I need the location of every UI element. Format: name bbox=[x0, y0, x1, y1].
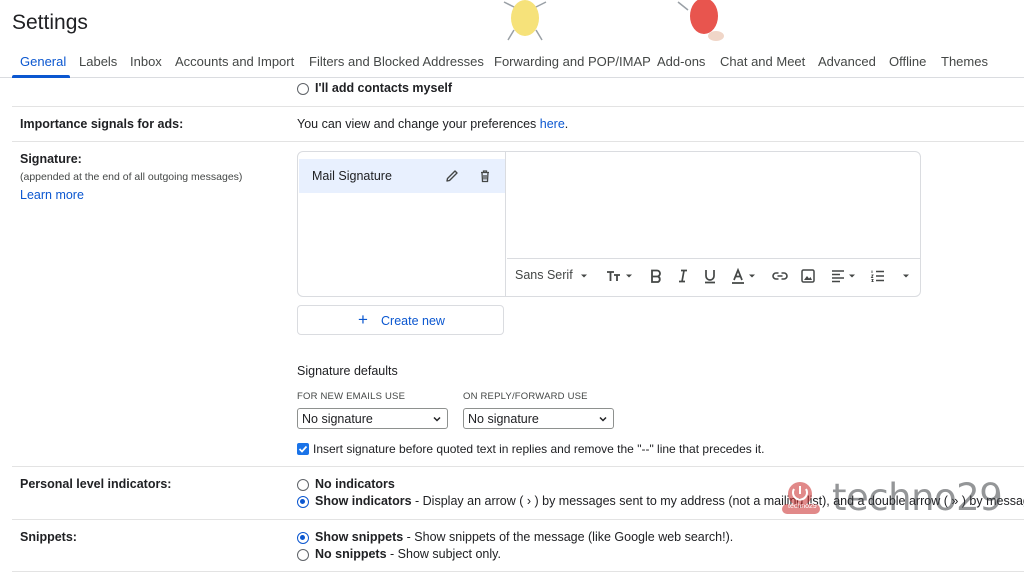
radio-show-snippets[interactable] bbox=[297, 532, 309, 544]
techno29-logo-icon bbox=[782, 482, 820, 514]
divider bbox=[12, 466, 1024, 467]
create-new-signature-button[interactable]: + Create new bbox=[297, 305, 504, 335]
tab-general[interactable]: General bbox=[20, 54, 66, 69]
show-snippets-title: Show snippets bbox=[315, 530, 404, 544]
new-emails-caption: FOR NEW EMAILS USE bbox=[297, 391, 406, 402]
insert-signature-label: Insert signature before quoted text in r… bbox=[313, 442, 765, 456]
settings-tabs: General Labels Inbox Accounts and Import… bbox=[0, 50, 1024, 78]
tab-offline[interactable]: Offline bbox=[889, 54, 926, 69]
add-contacts-myself-label: I'll add contacts myself bbox=[315, 81, 452, 95]
text-size-icon[interactable] bbox=[605, 267, 623, 285]
reply-forward-caption: ON REPLY/FORWARD USE bbox=[463, 391, 588, 402]
chevron-down-icon[interactable] bbox=[624, 271, 634, 281]
importance-signals-label: Importance signals for ads: bbox=[20, 117, 184, 131]
active-tab-indicator bbox=[12, 75, 70, 78]
show-snippets-description: - Show snippets of the message (like Goo… bbox=[403, 530, 734, 544]
no-indicators-title: No indicators bbox=[315, 477, 395, 491]
doodle-figure-yellow bbox=[503, 0, 547, 41]
font-family-select[interactable]: Sans Serif bbox=[515, 268, 573, 282]
signature-name: Mail Signature bbox=[312, 169, 392, 183]
chevron-down-icon bbox=[433, 416, 441, 422]
radio-no-indicators[interactable] bbox=[297, 479, 309, 491]
tab-inbox[interactable]: Inbox bbox=[130, 54, 162, 69]
techno29-watermark: techno29 techno29 bbox=[778, 476, 1024, 520]
image-icon[interactable] bbox=[799, 267, 817, 285]
new-emails-signature-select[interactable]: No signature bbox=[297, 408, 448, 429]
show-snippets-option: Show snippets - Show snippets of the mes… bbox=[315, 530, 733, 544]
chevron-down-icon[interactable] bbox=[579, 271, 589, 281]
trash-icon[interactable] bbox=[477, 168, 493, 184]
chevron-down-icon[interactable] bbox=[747, 271, 757, 281]
more-icon[interactable] bbox=[901, 271, 911, 281]
divider bbox=[12, 141, 1024, 142]
no-indicators-option: No indicators bbox=[315, 477, 395, 491]
underline-icon[interactable] bbox=[701, 267, 719, 285]
link-icon[interactable] bbox=[771, 267, 789, 285]
reply-forward-signature-select[interactable]: No signature bbox=[463, 408, 614, 429]
pencil-icon[interactable] bbox=[444, 168, 460, 184]
tab-chat-and-meet[interactable]: Chat and Meet bbox=[720, 54, 805, 69]
check-icon bbox=[298, 445, 308, 453]
radio-add-contacts-myself[interactable] bbox=[297, 83, 309, 95]
signature-list: Mail Signature bbox=[298, 152, 506, 296]
tab-advanced[interactable]: Advanced bbox=[818, 54, 876, 69]
chevron-down-icon bbox=[599, 416, 607, 422]
personal-level-indicators-label: Personal level indicators: bbox=[20, 477, 172, 491]
text-color-icon[interactable] bbox=[729, 267, 747, 285]
align-icon[interactable] bbox=[829, 267, 847, 285]
add-contacts-myself-text: I'll add contacts myself bbox=[315, 81, 453, 95]
insert-signature-checkbox[interactable] bbox=[297, 443, 309, 455]
radio-show-indicators[interactable] bbox=[297, 496, 309, 508]
signature-format-toolbar: Sans Serif bbox=[507, 258, 921, 292]
signature-sublabel: (appended at the end of all outgoing mes… bbox=[20, 171, 243, 183]
plus-icon: + bbox=[358, 310, 368, 329]
importance-signals-description: You can view and change your preferences bbox=[297, 117, 540, 131]
tab-filters-and-blocked-addresses[interactable]: Filters and Blocked Addresses bbox=[309, 54, 484, 69]
techno29-badge-text: techno29 bbox=[788, 503, 817, 510]
no-snippets-title: No snippets bbox=[315, 547, 387, 561]
new-emails-signature-value: No signature bbox=[302, 412, 373, 426]
no-snippets-description: - Show subject only. bbox=[386, 547, 501, 561]
tab-labels[interactable]: Labels bbox=[79, 54, 117, 69]
bold-icon[interactable] bbox=[647, 267, 665, 285]
create-new-label: Create new bbox=[381, 314, 445, 328]
signature-defaults-title: Signature defaults bbox=[297, 364, 398, 378]
tab-add-ons[interactable]: Add-ons bbox=[657, 54, 705, 69]
learn-more-link[interactable]: Learn more bbox=[20, 188, 84, 202]
signature-label: Signature: bbox=[20, 152, 82, 166]
period: . bbox=[564, 117, 569, 131]
signature-list-item[interactable]: Mail Signature bbox=[299, 159, 505, 193]
snippets-label: Snippets: bbox=[20, 530, 77, 544]
ads-preferences-link[interactable]: here bbox=[540, 117, 565, 131]
doodle-figure-red bbox=[677, 0, 724, 41]
show-indicators-title: Show indicators bbox=[315, 494, 412, 508]
techno29-watermark-text: techno29 bbox=[832, 476, 1003, 519]
importance-signals-text: You can view and change your preferences… bbox=[297, 117, 568, 131]
tab-forwarding-and-pop-imap[interactable]: Forwarding and POP/IMAP bbox=[494, 54, 651, 69]
italic-icon[interactable] bbox=[674, 267, 692, 285]
reply-forward-signature-value: No signature bbox=[468, 412, 539, 426]
radio-no-snippets[interactable] bbox=[297, 549, 309, 561]
no-snippets-option: No snippets - Show subject only. bbox=[315, 547, 501, 561]
tab-themes[interactable]: Themes bbox=[941, 54, 988, 69]
page-title: Settings bbox=[12, 11, 88, 34]
signature-editor: Mail Signature Sans Serif bbox=[297, 151, 921, 297]
divider bbox=[12, 571, 1024, 572]
divider bbox=[12, 106, 1024, 107]
chevron-down-icon[interactable] bbox=[847, 271, 857, 281]
tab-accounts-and-import[interactable]: Accounts and Import bbox=[175, 54, 294, 69]
numbered-list-icon[interactable] bbox=[869, 267, 887, 285]
